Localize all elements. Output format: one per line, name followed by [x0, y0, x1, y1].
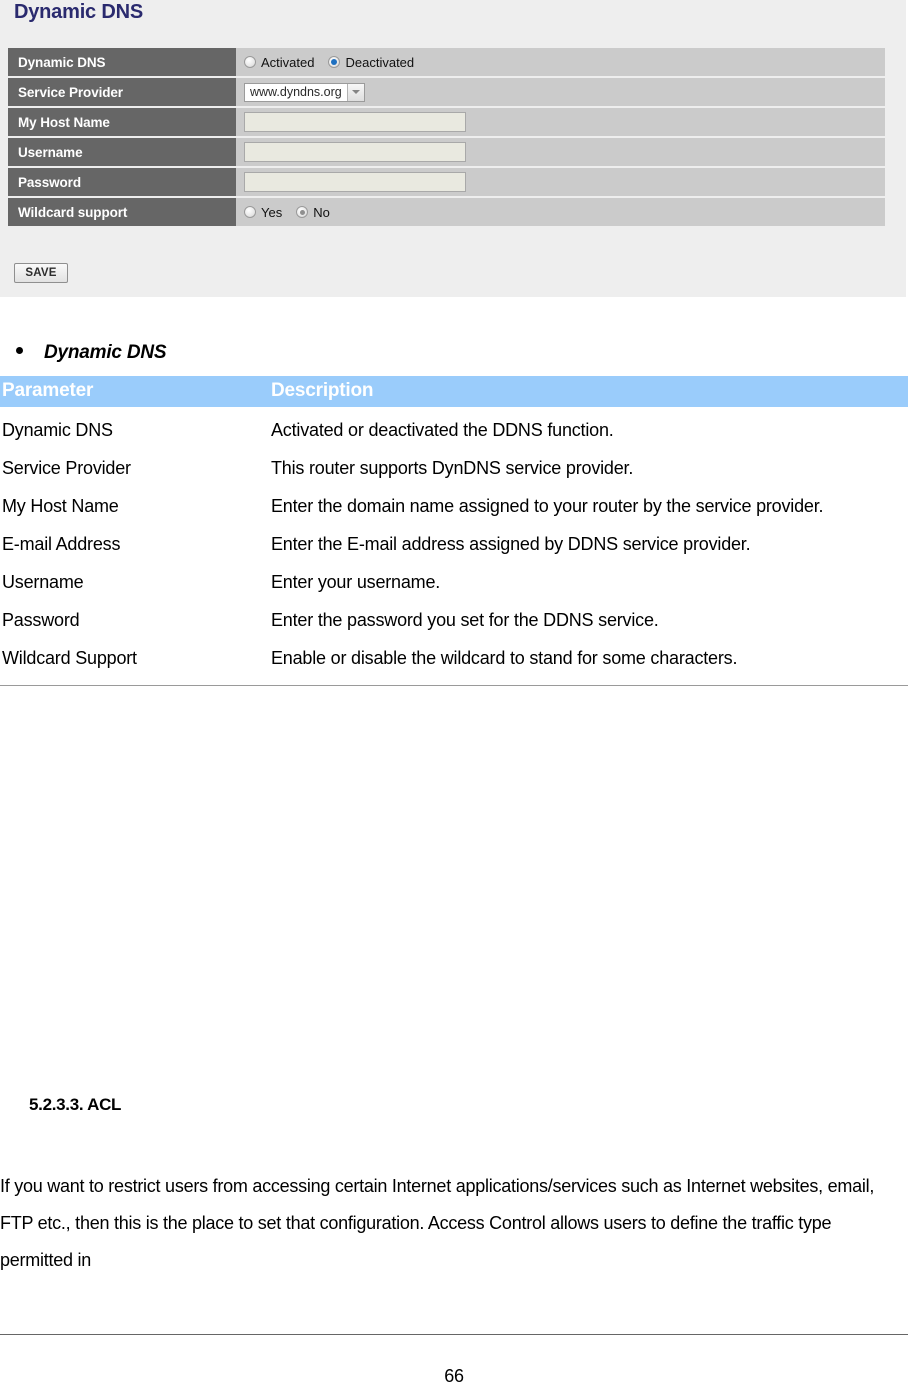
- table-head: Parameter Description: [0, 376, 908, 407]
- config-label-username: Username: [8, 138, 236, 166]
- table-row: Dynamic DNS Activated or deactivated the…: [0, 407, 908, 445]
- config-value-wildcard-support: Yes No: [236, 198, 885, 226]
- config-row-service-provider: Service Provider www.dyndns.org: [8, 78, 885, 106]
- radio-option-activated[interactable]: Activated: [244, 55, 314, 70]
- footer-divider: [0, 1334, 908, 1335]
- table-row: Username Enter your username.: [0, 559, 908, 597]
- radio-icon-no[interactable]: [296, 206, 309, 218]
- wildcard-radio-group: Yes No: [244, 205, 330, 220]
- radio-label-yes: Yes: [261, 204, 283, 220]
- dynamic-dns-radio-group: Activated Deactivated: [244, 55, 414, 70]
- config-value-my-host-name: [236, 108, 885, 136]
- config-value-dynamic-dns: Activated Deactivated: [236, 48, 885, 76]
- config-row-wildcard-support: Wildcard support Yes No: [8, 198, 885, 226]
- radio-label-no: No: [313, 204, 330, 220]
- cell-description: Enter the domain name assigned to your r…: [271, 496, 824, 516]
- cell-parameter: Password: [2, 610, 80, 630]
- cell-description: Enter your username.: [271, 572, 441, 592]
- save-button[interactable]: SAVE: [14, 263, 68, 283]
- config-label-service-provider: Service Provider: [8, 78, 236, 106]
- cell-parameter: Service Provider: [2, 458, 131, 478]
- table-row: Wildcard Support Enable or disable the w…: [0, 635, 908, 686]
- config-label-wildcard-support: Wildcard support: [8, 198, 236, 226]
- config-row-dynamic-dns: Dynamic DNS Activated Deactivated: [8, 48, 885, 76]
- cell-parameter: Username: [2, 572, 84, 592]
- radio-label-activated: Activated: [261, 54, 315, 70]
- config-row-password: Password: [8, 168, 885, 196]
- password-input[interactable]: [244, 172, 466, 192]
- table-body: Dynamic DNS Activated or deactivated the…: [0, 407, 908, 686]
- parameter-description-table: Parameter Description Dynamic DNS Activa…: [0, 376, 908, 686]
- cell-description: Activated or deactivated the DDNS functi…: [271, 420, 614, 440]
- screenshot-title: Dynamic DNS: [14, 1, 143, 23]
- table-header-row: Parameter Description: [0, 376, 908, 407]
- config-form: Dynamic DNS Activated Deactivated Servic…: [8, 48, 885, 228]
- cell-parameter: Wildcard Support: [2, 648, 137, 668]
- config-label-dynamic-dns: Dynamic DNS: [8, 48, 236, 76]
- radio-option-no[interactable]: No: [296, 205, 330, 220]
- section-heading: 5.2.3.3. ACL: [29, 1095, 122, 1114]
- chevron-down-icon[interactable]: [346, 83, 364, 101]
- config-row-username: Username: [8, 138, 885, 166]
- table-row: E-mail Address Enter the E-mail address …: [0, 521, 908, 559]
- cell-description: Enter the password you set for the DDNS …: [271, 610, 659, 630]
- config-value-password: [236, 168, 885, 196]
- radio-option-deactivated[interactable]: Deactivated: [328, 55, 414, 70]
- table-row: Password Enter the password you set for …: [0, 597, 908, 635]
- radio-icon-activated[interactable]: [244, 56, 256, 68]
- table-row: Service Provider This router supports Dy…: [0, 445, 908, 483]
- cell-description: Enter the E-mail address assigned by DDN…: [271, 534, 751, 554]
- username-input[interactable]: [244, 142, 466, 162]
- cell-parameter: E-mail Address: [2, 534, 121, 554]
- radio-option-yes[interactable]: Yes: [244, 205, 282, 220]
- config-value-username: [236, 138, 885, 166]
- radio-icon-deactivated[interactable]: [328, 56, 341, 68]
- radio-label-deactivated: Deactivated: [345, 54, 415, 70]
- config-label-password: Password: [8, 168, 236, 196]
- service-provider-select[interactable]: www.dyndns.org: [244, 82, 365, 102]
- column-header-description: Description: [270, 376, 908, 407]
- router-config-screenshot: Dynamic DNS Dynamic DNS Activated Deacti…: [0, 0, 906, 297]
- radio-icon-yes[interactable]: [244, 206, 256, 218]
- column-header-parameter: Parameter: [0, 376, 270, 407]
- bullet-heading-label: Dynamic DNS: [44, 342, 167, 363]
- config-label-my-host-name: My Host Name: [8, 108, 236, 136]
- bullet-heading: Dynamic DNS: [0, 342, 167, 364]
- my-host-name-input[interactable]: [244, 112, 466, 132]
- cell-description: Enable or disable the wildcard to stand …: [271, 648, 738, 668]
- body-paragraph: If you want to restrict users from acces…: [0, 1176, 875, 1270]
- service-provider-selected-value: www.dyndns.org: [250, 84, 342, 99]
- cell-parameter: Dynamic DNS: [2, 420, 113, 440]
- page-number: 66: [444, 1366, 464, 1386]
- config-value-service-provider: www.dyndns.org: [236, 78, 885, 106]
- bullet-point-icon: [16, 347, 23, 354]
- table-row: My Host Name Enter the domain name assig…: [0, 483, 908, 521]
- cell-description: This router supports DynDNS service prov…: [271, 458, 634, 478]
- cell-parameter: My Host Name: [2, 496, 119, 516]
- config-row-my-host-name: My Host Name: [8, 108, 885, 136]
